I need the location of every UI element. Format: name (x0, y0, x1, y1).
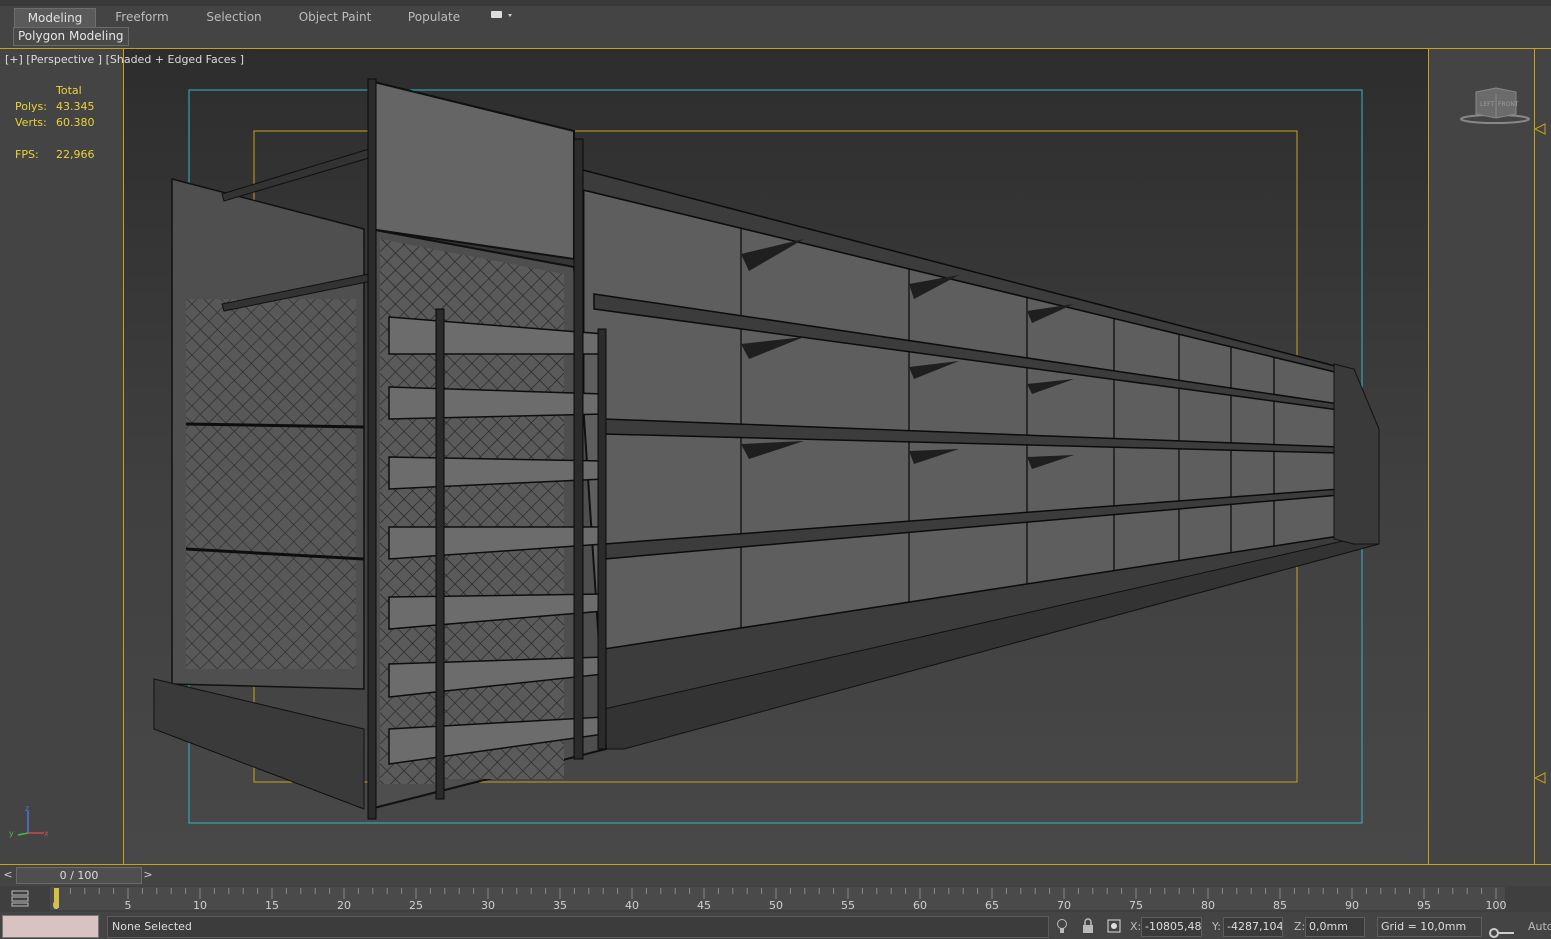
viewport-bottom-border (0, 864, 1551, 865)
frame-tick-label: 100 (1486, 899, 1507, 912)
frame-tick-label: 5 (125, 899, 132, 912)
polys-value: 43.345 (56, 100, 95, 113)
selection-status-text: None Selected (112, 920, 192, 933)
viewcube-icon[interactable]: LEFT FRONT (1458, 86, 1532, 126)
viewcube-face-front: FRONT (1498, 101, 1519, 108)
scene-canvas (153, 78, 1380, 824)
auto-key-button[interactable]: Auto (1528, 920, 1551, 933)
y-coord-field[interactable]: -4287,104r (1223, 917, 1283, 937)
guide-marker-top-icon (1533, 123, 1546, 135)
frame-tick-label: 15 (265, 899, 279, 912)
tab-object-paint[interactable]: Object Paint (290, 8, 380, 26)
verts-label: Verts: (15, 116, 47, 129)
frame-tick-label: 50 (769, 899, 783, 912)
z-coord-label: Z: (1294, 920, 1306, 933)
stats-header: Total (56, 84, 82, 97)
axis-x-label: x (44, 829, 49, 838)
endcap-header (369, 79, 575, 261)
frame-tick-label: 95 (1417, 899, 1431, 912)
frame-tick-label: 10 (193, 899, 207, 912)
frame-tick-label: 35 (553, 899, 567, 912)
ribbon-tabs: Modeling Freeform Selection Object Paint… (0, 6, 1551, 28)
frame-tick-label: 40 (625, 899, 639, 912)
tab-polygon-modeling[interactable]: Polygon Modeling (13, 27, 129, 46)
viewcube-face-left: LEFT (1480, 101, 1494, 108)
tab-selection[interactable]: Selection (198, 8, 270, 26)
axis-gizmo-icon: z y x (9, 804, 49, 838)
current-frame-marker[interactable] (54, 888, 59, 908)
frame-tick-label: 45 (697, 899, 711, 912)
key-filter-icon[interactable] (8, 888, 34, 908)
key-icon[interactable] (1488, 927, 1518, 939)
time-next-button[interactable]: > (141, 867, 155, 882)
time-prev-button[interactable]: < (1, 867, 15, 882)
frame-tick-label: 25 (409, 899, 423, 912)
right-guide-line (1534, 48, 1535, 865)
ribbon-options-icon (491, 11, 512, 18)
frame-tick-label: 60 (913, 899, 927, 912)
frame-tick-label: 20 (337, 899, 351, 912)
x-coord-label: X: (1130, 920, 1142, 933)
grid-size-readout: Grid = 10,0mm (1377, 917, 1482, 937)
frame-tick-label: 90 (1345, 899, 1359, 912)
maxscript-listener-mini[interactable] (2, 915, 99, 938)
polys-label: Polys: (15, 100, 47, 113)
lightbulb-icon[interactable] (1053, 917, 1071, 935)
tab-freeform[interactable]: Freeform (106, 8, 178, 26)
time-slider[interactable]: 0 / 100 (16, 867, 142, 884)
selection-status-field: None Selected (107, 916, 1049, 938)
tab-modeling[interactable]: Modeling (14, 8, 96, 28)
frame-ruler[interactable]: 0510152025303540455055606570758085909510… (50, 887, 1510, 913)
frame-tick-label: 30 (481, 899, 495, 912)
frame-tick-label: 75 (1129, 899, 1143, 912)
lock-icon[interactable] (1079, 917, 1097, 935)
frame-tick-label: 55 (841, 899, 855, 912)
absolute-mode-icon[interactable] (1105, 917, 1123, 935)
left-panel (0, 48, 123, 865)
verts-value: 60.380 (56, 116, 95, 129)
frame-tick-label: 65 (985, 899, 999, 912)
fps-value: 22,966 (56, 148, 95, 161)
tab-populate[interactable]: Populate (400, 8, 468, 26)
axis-z-label: z (25, 804, 29, 813)
y-coord-label: Y: (1212, 920, 1221, 933)
guide-marker-bottom-icon (1533, 772, 1546, 784)
x-coord-field[interactable]: -10805,486 (1141, 917, 1202, 937)
frame-tick-label: 80 (1201, 899, 1215, 912)
fps-label: FPS: (15, 148, 39, 161)
frame-tick-label: 85 (1273, 899, 1287, 912)
frame-tick-label: 70 (1057, 899, 1071, 912)
time-slider-bar (0, 866, 1551, 884)
right-panel (1428, 48, 1551, 865)
ribbon-options-dropdown[interactable] (486, 8, 516, 26)
axis-y-label: y (9, 829, 14, 838)
z-coord-field[interactable]: 0,0mm (1305, 917, 1365, 937)
